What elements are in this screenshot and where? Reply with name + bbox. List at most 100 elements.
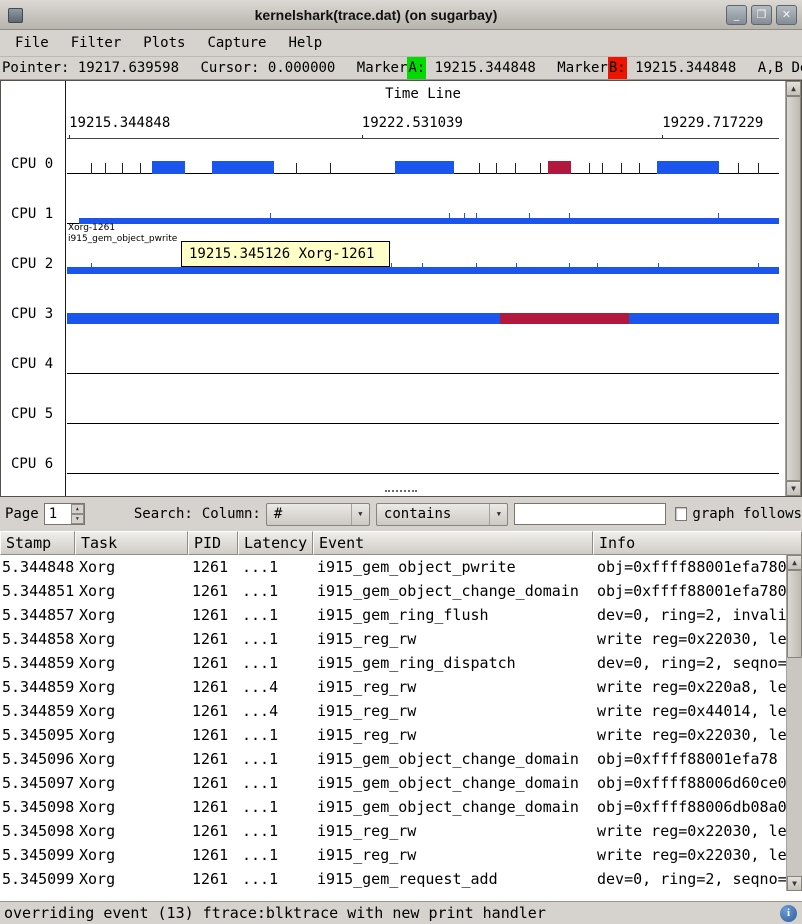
task-bar-red[interactable]: [548, 161, 571, 174]
maximize-button[interactable]: ❐: [751, 5, 772, 25]
table-row[interactable]: 5.345096Xorg1261...1i915_gem_object_chan…: [0, 747, 802, 771]
task-bar-blue[interactable]: [152, 161, 185, 174]
table-row[interactable]: 5.345099Xorg1261...1i915_reg_rwwrite reg…: [0, 843, 802, 867]
table-row[interactable]: 5.345099Xorg1261...1i915_gem_request_add…: [0, 867, 802, 891]
table-row[interactable]: 5.344859Xorg1261...4i915_reg_rwwrite reg…: [0, 675, 802, 699]
graph-follows-checkbox[interactable]: [675, 507, 687, 521]
menu-file[interactable]: File: [4, 32, 60, 54]
event-tick[interactable]: [330, 163, 331, 174]
event-tick[interactable]: [91, 263, 92, 274]
menu-plots[interactable]: Plots: [132, 32, 196, 54]
event-tick[interactable]: [718, 213, 719, 224]
cpu-row: CPU 5: [1, 389, 787, 439]
event-tick[interactable]: [449, 213, 450, 224]
spin-up-icon[interactable]: ▲: [71, 504, 84, 514]
scroll-up-icon[interactable]: ▲: [786, 81, 801, 96]
event-tick[interactable]: [91, 163, 92, 174]
event-tick[interactable]: [516, 263, 517, 274]
close-button[interactable]: ✕: [776, 5, 797, 25]
menu-capture[interactable]: Capture: [196, 32, 277, 54]
search-input[interactable]: [514, 503, 666, 525]
event-tick[interactable]: [602, 163, 603, 174]
event-tick[interactable]: [499, 313, 500, 324]
table-row[interactable]: 5.345097Xorg1261...1i915_gem_object_chan…: [0, 771, 802, 795]
table-row[interactable]: 5.345098Xorg1261...1i915_reg_rwwrite reg…: [0, 819, 802, 843]
event-tick[interactable]: [180, 313, 181, 324]
column-header-event[interactable]: Event: [313, 531, 593, 555]
task-bar-blue[interactable]: [395, 161, 455, 174]
event-tick[interactable]: [658, 263, 659, 274]
event-tick[interactable]: [569, 263, 570, 274]
event-tick[interactable]: [140, 163, 141, 174]
menu-filter[interactable]: Filter: [60, 32, 133, 54]
table-scrollbar[interactable]: ▲ ▼: [786, 555, 802, 891]
task-bar-red[interactable]: [499, 313, 629, 324]
column-header-latency[interactable]: Latency: [238, 531, 313, 555]
cursor-value: 0.000000: [268, 57, 335, 79]
spin-down-icon[interactable]: ▼: [71, 514, 84, 524]
task-bar-blue[interactable]: [67, 267, 779, 274]
info-icon[interactable]: i: [780, 905, 797, 922]
column-header-stamp[interactable]: Stamp: [0, 531, 75, 555]
event-tick[interactable]: [758, 263, 759, 274]
match-select[interactable]: contains ▼: [376, 503, 508, 526]
event-tick[interactable]: [296, 163, 297, 174]
table-row[interactable]: 5.344857Xorg1261...1i915_gem_ring_flushd…: [0, 603, 802, 627]
event-tick[interactable]: [464, 213, 465, 224]
column-header-task[interactable]: Task: [75, 531, 188, 555]
table-row[interactable]: 5.344848Xorg1261...1i915_gem_object_pwri…: [0, 555, 802, 579]
event-tick[interactable]: [621, 163, 622, 174]
table-row[interactable]: 5.344851Xorg1261...1i915_gem_object_chan…: [0, 579, 802, 603]
event-tick[interactable]: [122, 163, 123, 174]
graph-scrollbar[interactable]: ▲ ▼: [785, 81, 801, 496]
cpu-plot[interactable]: [67, 239, 779, 289]
cpu-plot[interactable]: [67, 339, 779, 389]
scroll-up-icon[interactable]: ▲: [787, 555, 802, 570]
cpu-plot[interactable]: [67, 389, 779, 439]
table-row[interactable]: 5.344859Xorg1261...4i915_reg_rwwrite reg…: [0, 699, 802, 723]
task-bar-blue[interactable]: [67, 313, 779, 324]
event-tick[interactable]: [569, 213, 570, 224]
table-scrollbar-thumb[interactable]: [787, 570, 802, 658]
event-tick[interactable]: [479, 163, 480, 174]
event-tick[interactable]: [515, 163, 516, 174]
event-tick[interactable]: [105, 163, 106, 174]
table-row[interactable]: 5.345098Xorg1261...1i915_gem_object_chan…: [0, 795, 802, 819]
task-bar-blue[interactable]: [79, 218, 779, 224]
cell-info: write reg=0x22030, le: [593, 843, 802, 867]
graph-scrollbar-thumb[interactable]: [786, 96, 801, 481]
cpu-plot[interactable]: [67, 139, 779, 189]
task-bar-blue[interactable]: [657, 161, 720, 174]
scroll-down-icon[interactable]: ▼: [786, 481, 801, 496]
table-row[interactable]: 5.344858Xorg1261...1i915_reg_rwwrite reg…: [0, 627, 802, 651]
title-bar[interactable]: kernelshark(trace.dat) (on sugarbay) _ ❐…: [0, 0, 802, 30]
event-tick[interactable]: [476, 263, 477, 274]
event-tick[interactable]: [270, 213, 271, 224]
cpu-plot[interactable]: [67, 439, 779, 489]
scroll-down-icon[interactable]: ▼: [787, 876, 802, 891]
event-tick[interactable]: [365, 313, 366, 324]
event-tick[interactable]: [758, 163, 759, 174]
column-header-info[interactable]: Info: [593, 531, 802, 555]
minimize-button[interactable]: _: [726, 5, 747, 25]
task-bar-blue[interactable]: [212, 161, 275, 174]
event-tick[interactable]: [422, 263, 423, 274]
event-tick[interactable]: [496, 163, 497, 174]
event-tick[interactable]: [391, 263, 392, 274]
table-row[interactable]: 5.345095Xorg1261...1i915_reg_rwwrite reg…: [0, 723, 802, 747]
event-tick[interactable]: [529, 213, 530, 224]
column-header-pid[interactable]: PID: [188, 531, 238, 555]
event-tick[interactable]: [639, 163, 640, 174]
cpu-plot[interactable]: [67, 289, 779, 339]
pane-splitter-handle[interactable]: [385, 490, 417, 496]
event-tick[interactable]: [476, 213, 477, 224]
event-tick[interactable]: [597, 263, 598, 274]
table-row[interactable]: 5.344859Xorg1261...1i915_gem_ring_dispat…: [0, 651, 802, 675]
menu-help[interactable]: Help: [277, 32, 333, 54]
column-select[interactable]: # ▼: [266, 503, 370, 526]
page-spinner[interactable]: 1 ▲ ▼: [44, 503, 85, 525]
event-tick[interactable]: [540, 163, 541, 174]
event-tick[interactable]: [738, 163, 739, 174]
event-tick[interactable]: [126, 313, 127, 324]
event-tick[interactable]: [589, 163, 590, 174]
